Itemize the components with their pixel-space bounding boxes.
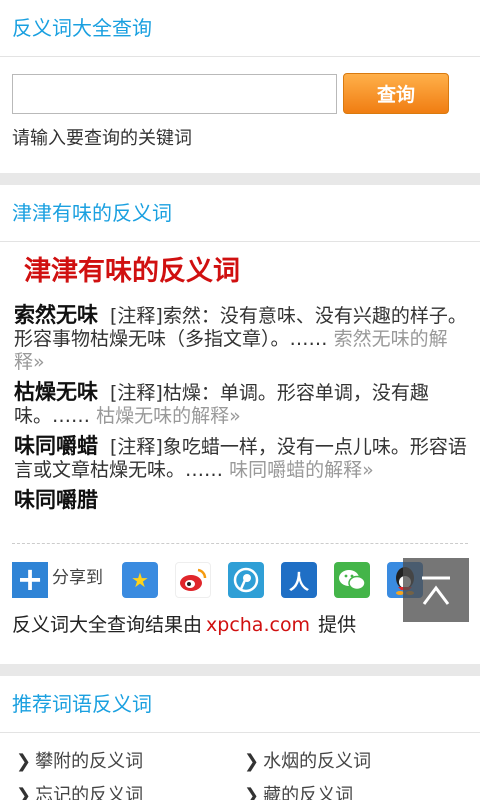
recommend-link[interactable]: ❯ 水烟的反义词	[244, 747, 472, 772]
explain-link[interactable]: 枯燥无味的解释»	[96, 405, 241, 427]
section-gap	[0, 664, 480, 676]
back-to-top-button[interactable]	[403, 558, 469, 622]
antonym-word[interactable]: 味同嚼腊	[14, 488, 98, 512]
share-label: 分享到	[52, 567, 103, 588]
recommend-label: 忘记的反义词	[35, 785, 144, 800]
chevron-right-icon: ❯	[16, 785, 32, 800]
antonym-word[interactable]: 枯燥无味	[14, 380, 98, 404]
recommend-label: 藏的反义词	[263, 785, 354, 800]
result-credit: 反义词大全查询结果由 xpcha.com 提供	[12, 610, 356, 637]
search-row: 查询	[12, 73, 468, 114]
search-input[interactable]	[12, 73, 337, 114]
antonym-entry: 味同嚼蜡 [注释]象吃蜡一样，没有一点儿味。形容语言或文章枯燥无味。…… 味同嚼蜡…	[14, 435, 470, 482]
credit-prefix: 反义词大全查询结果由	[12, 614, 203, 636]
recommend-list: ❯ 攀附的反义词 ❯ 水烟的反义词 ❯ 忘记的反义词 ❯ 藏的反义词	[0, 733, 480, 800]
chevron-right-icon: ❯	[244, 785, 260, 800]
qzone-icon[interactable]: ★	[122, 562, 158, 598]
recommend-link[interactable]: ❯ 忘记的反义词	[16, 781, 244, 800]
recommend-label: 水烟的反义词	[263, 751, 372, 772]
recommend-link[interactable]: ❯ 攀附的反义词	[16, 747, 244, 772]
antonym-entry: 枯燥无味 [注释]枯燥：单调。形容单调，没有趣味。…… 枯燥无味的解释»	[14, 381, 470, 428]
antonym-word[interactable]: 索然无味	[14, 303, 98, 327]
wechat-icon[interactable]	[334, 562, 370, 598]
recommend-link[interactable]: ❯ 藏的反义词	[244, 781, 472, 800]
dashed-divider	[12, 543, 468, 544]
antonym-entry: 味同嚼腊	[14, 489, 470, 513]
section-gap	[0, 173, 480, 185]
credit-domain-link[interactable]: xpcha.com	[206, 614, 310, 636]
explain-link[interactable]: 味同嚼蜡的解释»	[229, 459, 374, 481]
result-section-title: 津津有味的反义词	[12, 201, 172, 225]
search-section: 查询 请输入要查询的关键词	[0, 57, 480, 173]
page: 反义词大全查询 查询 请输入要查询的关键词 津津有味的反义词 津津有味的反义词 …	[0, 0, 480, 800]
renren-icon[interactable]: 人	[281, 562, 317, 598]
search-button[interactable]: 查询	[343, 73, 449, 114]
search-hint: 请输入要查询的关键词	[12, 128, 192, 149]
recommend-label: 攀附的反义词	[35, 751, 144, 772]
share-bar: + 分享到 ★ 人	[12, 558, 440, 602]
page-title: 反义词大全查询	[12, 16, 152, 40]
credit-suffix: 提供	[318, 614, 357, 636]
weibo-icon[interactable]	[175, 562, 211, 598]
recommend-section-title: 推荐词语反义词	[12, 692, 152, 716]
antonym-entry: 索然无味 [注释]索然：没有意味、没有兴趣的样子。形容事物枯燥无味（多指文章）。……	[14, 304, 470, 374]
tencent-weibo-icon[interactable]	[228, 562, 264, 598]
chevron-right-icon: ❯	[16, 751, 32, 772]
share-plus-icon[interactable]: +	[12, 562, 48, 598]
chevron-right-icon: ❯	[244, 751, 260, 772]
chevron-up-icon	[422, 576, 450, 605]
antonym-word[interactable]: 味同嚼蜡	[14, 434, 98, 458]
result-heading: 津津有味的反义词	[24, 256, 240, 287]
